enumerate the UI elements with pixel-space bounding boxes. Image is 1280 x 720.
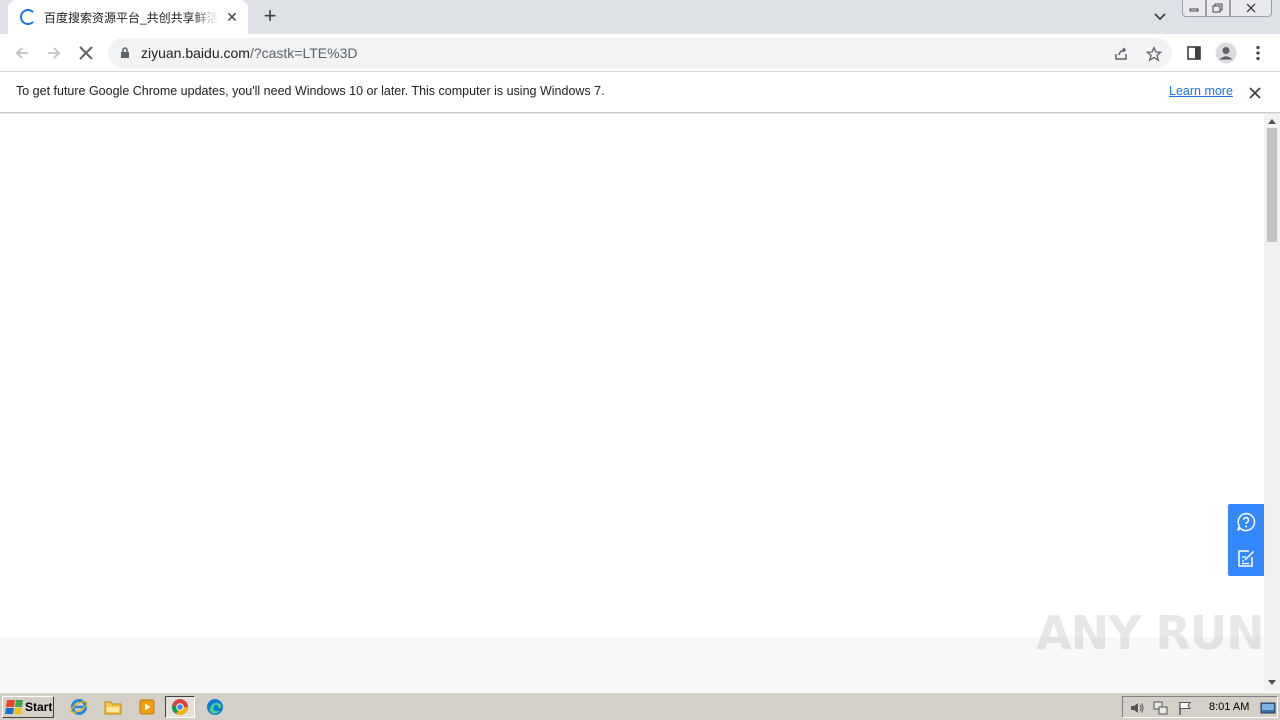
back-icon [15,47,28,59]
system-tray: 8:01 AM [1122,696,1278,718]
start-label: Start [25,700,53,714]
window-controls [1182,0,1272,18]
infobar-message: To get future Google Chrome updates, you… [16,84,605,98]
close-icon [1249,87,1261,99]
scroll-down-arrow-icon[interactable] [1268,680,1276,685]
stop-icon [79,46,93,60]
tab-search-button[interactable] [1150,8,1170,26]
browser-tab[interactable]: 百度搜索资源平台_共创共享鲜活搜索 ✕ [8,0,248,34]
vertical-scrollbar[interactable] [1264,114,1280,692]
menu-button[interactable] [1246,41,1270,65]
update-infobar: To get future Google Chrome updates, you… [0,72,1280,113]
anyrun-watermark: ANY RUN [1036,606,1265,660]
stop-button[interactable] [74,41,98,65]
internet-explorer-icon[interactable] [68,697,90,717]
floating-side-toolbar [1228,504,1264,576]
bookmark-button[interactable] [1144,44,1164,64]
tab-strip: 百度搜索资源平台_共创共享鲜活搜索 ✕ + [0,0,1280,34]
help-button[interactable] [1236,512,1256,532]
share-button[interactable] [1111,44,1131,64]
action-center-flag-icon[interactable] [1177,700,1193,716]
url-path: /?castk=LTE%3D [249,45,358,61]
new-tab-button[interactable]: + [258,5,282,29]
loading-spinner-icon [20,9,36,25]
lock-icon [121,47,129,58]
edge-icon[interactable] [204,697,226,717]
learn-more-link[interactable]: Learn more [1169,84,1233,98]
scroll-up-arrow-icon[interactable] [1268,119,1276,124]
restore-button[interactable] [1206,0,1230,17]
side-panel-button[interactable] [1182,41,1206,65]
infobar-close-button[interactable] [1246,84,1264,102]
address-bar[interactable]: ziyuan.baidu.com/?castk=LTE%3D [108,38,1172,68]
browser-toolbar: ziyuan.baidu.com/?castk=LTE%3D [0,34,1280,72]
windows-logo-icon [5,700,23,714]
forward-icon [48,47,61,59]
network-icon[interactable] [1153,700,1169,716]
forward-button[interactable] [42,41,66,65]
feedback-icon [1238,550,1255,567]
windows-taskbar: Start 8:01 AM [0,692,1280,720]
url-text[interactable]: ziyuan.baidu.com/?castk=LTE%3D [141,45,357,61]
volume-icon[interactable] [1129,700,1145,716]
chrome-icon [171,699,188,716]
taskbar-clock[interactable]: 8:01 AM [1209,701,1249,713]
chevron-down-icon [1154,13,1166,21]
profile-button[interactable] [1214,41,1238,65]
side-panel-icon [1187,46,1201,60]
url-host: ziyuan.baidu.com [141,45,250,61]
minimize-button[interactable] [1182,0,1206,17]
star-icon [1146,46,1162,62]
tab-title: 百度搜索资源平台_共创共享鲜活搜索 [44,10,218,25]
chrome-taskbar-button[interactable] [165,696,195,718]
menu-icon [1256,45,1260,61]
back-button[interactable] [10,41,34,65]
scrollbar-thumb[interactable] [1267,128,1277,242]
window-close-button[interactable] [1230,0,1272,17]
share-icon [1115,47,1127,60]
start-button[interactable]: Start [2,696,54,718]
profile-icon [1215,42,1237,64]
media-player-icon[interactable] [136,697,158,717]
help-icon [1237,512,1256,532]
tab-close-button[interactable]: ✕ [224,9,240,25]
feedback-button[interactable] [1236,548,1256,568]
show-desktop-icon[interactable] [1260,700,1276,716]
file-explorer-icon[interactable] [102,697,124,717]
